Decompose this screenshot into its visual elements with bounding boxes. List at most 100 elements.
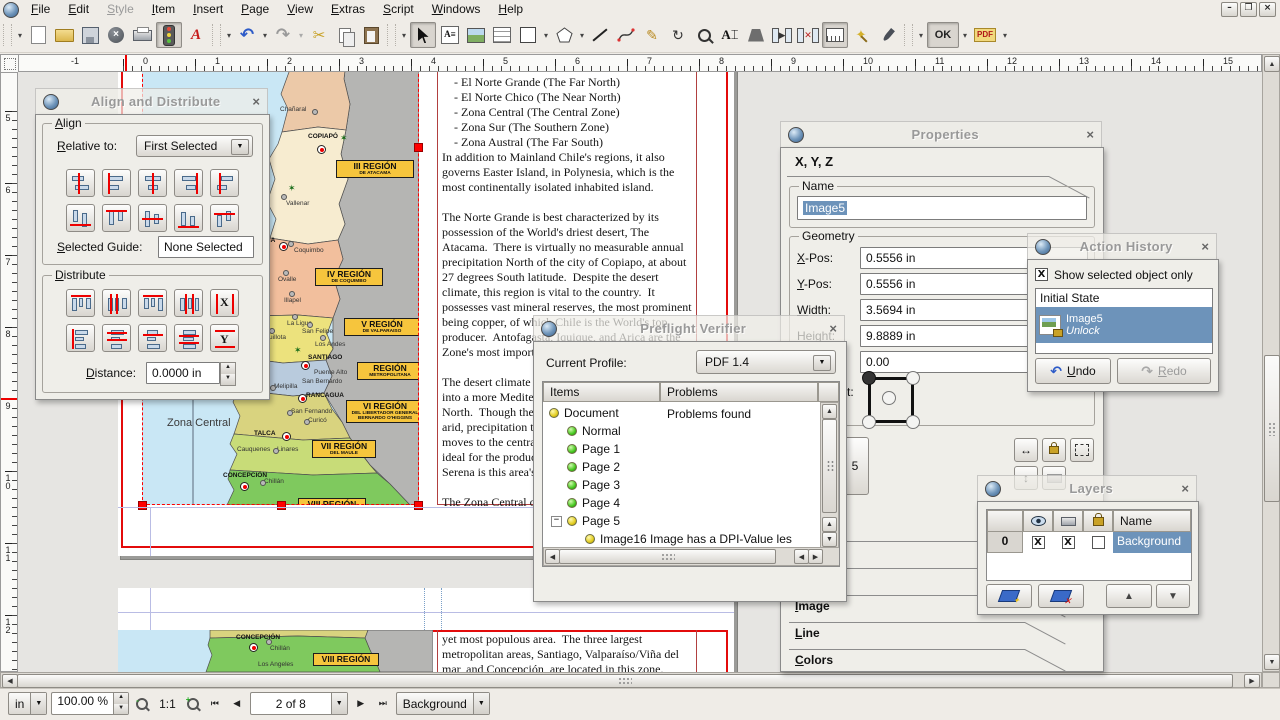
- scroll-up-arrow[interactable]: ▲: [1264, 56, 1280, 72]
- first-page-button[interactable]: ⏮: [206, 695, 224, 713]
- scroll-up-arrow[interactable]: ▲: [822, 517, 837, 532]
- save-document-button[interactable]: [78, 23, 102, 47]
- window-minimize-button[interactable]: –: [1221, 2, 1238, 17]
- tab-colors[interactable]: Colors: [789, 649, 1095, 675]
- redo-button[interactable]: ↷ Redo: [1117, 358, 1211, 384]
- align-titlebar[interactable]: Align and Distribute ×: [35, 88, 268, 114]
- tools-overflow-arrow[interactable]: ▾: [399, 31, 409, 40]
- distribute-y-button[interactable]: Y: [210, 324, 239, 352]
- scroll-right-arrow[interactable]: ▶: [808, 549, 823, 564]
- profile-select[interactable]: PDF 1.4 ▼: [696, 350, 836, 374]
- story-editor-tool[interactable]: [744, 23, 768, 47]
- chevron-down-icon[interactable]: ▼: [331, 693, 347, 714]
- align-left-out-button[interactable]: [66, 169, 95, 197]
- lock-column-header[interactable]: [1083, 510, 1113, 532]
- chevron-down-icon[interactable]: ▼: [30, 693, 46, 714]
- scroll-up-arrow[interactable]: ▲: [822, 404, 837, 419]
- align-right-out-button[interactable]: [210, 169, 239, 197]
- distribute-center-h-button[interactable]: [102, 289, 131, 317]
- preflight-row[interactable]: Page 2: [567, 460, 620, 474]
- preflight-row[interactable]: Normal: [567, 424, 621, 438]
- selection-handle[interactable]: [138, 501, 147, 510]
- layers-table[interactable]: Name 0 X X Background: [986, 509, 1192, 581]
- scroll-left-arrow[interactable]: ◀: [545, 549, 560, 564]
- align-bottom-button[interactable]: [174, 204, 203, 232]
- guide-line[interactable]: [118, 612, 734, 613]
- menu-edit[interactable]: Edit: [59, 1, 98, 17]
- chevron-down-icon[interactable]: ▼: [231, 139, 249, 155]
- chevron-down-icon[interactable]: ▼: [473, 693, 489, 714]
- distribute-x-button[interactable]: X: [210, 289, 239, 317]
- properties-titlebar[interactable]: Properties ×: [780, 121, 1102, 147]
- pdf-annotation-tool[interactable]: PDF: [971, 23, 999, 47]
- selection-handle[interactable]: [414, 143, 423, 152]
- basepoint-widget[interactable]: [868, 377, 914, 423]
- insert-image-frame-tool[interactable]: [464, 23, 488, 47]
- next-page-button[interactable]: ▶: [352, 695, 370, 713]
- pdf-annotation-dropdown-arrow[interactable]: ▾: [1000, 31, 1010, 40]
- preflight-table[interactable]: Items Problems Document Problems found N…: [542, 381, 840, 567]
- close-icon[interactable]: ×: [829, 322, 837, 335]
- undo-dropdown-arrow[interactable]: ▾: [260, 31, 270, 40]
- close-icon[interactable]: ×: [252, 95, 260, 108]
- paste-button[interactable]: [359, 23, 383, 47]
- layer-print-checkbox[interactable]: X: [1062, 536, 1075, 549]
- scroll-right-arrow[interactable]: ▶: [1244, 674, 1260, 688]
- ruler-corner[interactable]: [0, 54, 19, 74]
- undo-history-arrow[interactable]: ▾: [224, 31, 234, 40]
- new-document-button[interactable]: [26, 23, 50, 47]
- scroll-down-arrow[interactable]: ▼: [822, 532, 837, 547]
- menu-view[interactable]: View: [278, 1, 322, 17]
- edit-contents-tool[interactable]: A⌶: [718, 23, 742, 47]
- align-left-button[interactable]: [102, 169, 131, 197]
- pdf-tools-overflow-arrow[interactable]: ▾: [916, 31, 926, 40]
- lower-layer-button[interactable]: ▼: [1156, 584, 1190, 608]
- insert-line-tool[interactable]: [588, 23, 612, 47]
- layer-visible-checkbox[interactable]: X: [1032, 536, 1045, 549]
- measurements-tool[interactable]: [822, 22, 848, 48]
- horizontal-scroll-thumb[interactable]: [17, 674, 1233, 688]
- selection-handle[interactable]: [414, 501, 423, 510]
- export-pdf-button[interactable]: A: [184, 23, 208, 47]
- close-icon[interactable]: ×: [1201, 240, 1209, 253]
- menu-item[interactable]: Item: [143, 1, 184, 17]
- vertical-scrollbar[interactable]: ▲ ▼: [1262, 54, 1280, 672]
- align-center-h-button[interactable]: [138, 169, 167, 197]
- spin-up-icon[interactable]: ▲: [114, 693, 128, 704]
- history-item-selected[interactable]: Image5 Unlock: [1036, 307, 1212, 343]
- lock-size-button[interactable]: [1070, 438, 1094, 462]
- align-right-button[interactable]: [174, 169, 203, 197]
- raise-layer-button[interactable]: ▲: [1106, 584, 1152, 608]
- menu-insert[interactable]: Insert: [184, 1, 232, 17]
- preflight-row[interactable]: Page 4: [567, 496, 620, 510]
- problems-column-header[interactable]: Problems: [660, 382, 818, 402]
- scroll-left-arrow[interactable]: ◀: [794, 549, 809, 564]
- eye-dropper-tool[interactable]: [876, 23, 900, 47]
- unit-select[interactable]: in▼: [8, 692, 47, 715]
- insert-polygon-tool[interactable]: [552, 23, 576, 47]
- redo-button[interactable]: ↷: [271, 23, 295, 47]
- chevron-down-icon[interactable]: ▼: [813, 355, 831, 371]
- toolbar-overflow-arrow[interactable]: ▾: [15, 31, 25, 40]
- last-page-button[interactable]: ⏭: [374, 695, 392, 713]
- distance-input[interactable]: 0.0000 in: [146, 362, 220, 384]
- selection-handle[interactable]: [277, 501, 286, 510]
- preflight-row[interactable]: Page 3: [567, 478, 620, 492]
- flip-horizontal-button[interactable]: ↔: [1014, 438, 1038, 462]
- polygon-dropdown-arrow[interactable]: ▾: [577, 31, 587, 40]
- cut-button[interactable]: ✂: [307, 23, 331, 47]
- distribute-left-button[interactable]: [66, 289, 95, 317]
- select-item-tool[interactable]: [410, 22, 436, 48]
- undo-button[interactable]: ↶ Undo: [1035, 358, 1111, 384]
- show-selected-only-checkbox[interactable]: X: [1035, 268, 1048, 281]
- text-frame-page2[interactable]: yet most populous area. The three larges…: [437, 630, 697, 672]
- align-top-button[interactable]: [102, 204, 131, 232]
- items-column-header[interactable]: Items: [543, 382, 660, 402]
- close-document-button[interactable]: ×: [104, 23, 128, 47]
- shape-dropdown-arrow[interactable]: ▾: [541, 31, 551, 40]
- pdf-button-dropdown-arrow[interactable]: ▾: [960, 31, 970, 40]
- layers-titlebar[interactable]: Layers ×: [977, 475, 1197, 501]
- insert-text-frame-tool[interactable]: A≡: [438, 23, 462, 47]
- visible-column-header[interactable]: [1023, 510, 1053, 532]
- history-list[interactable]: Initial State Image5 Unlock: [1035, 288, 1213, 354]
